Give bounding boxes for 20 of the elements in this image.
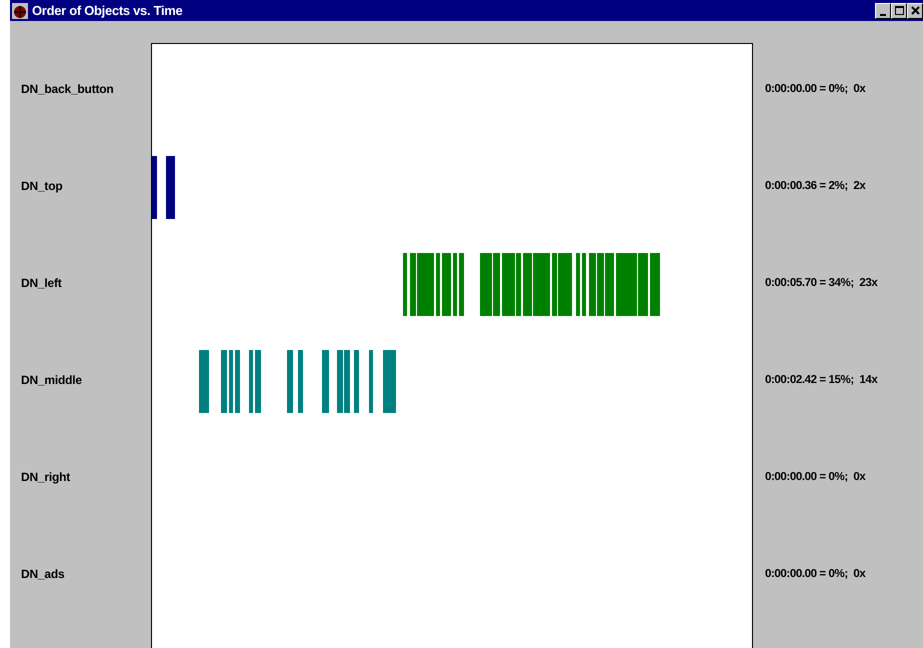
object-label: DN_ads [20, 566, 64, 580]
object-label: DN_middle [20, 372, 82, 386]
close-icon [910, 6, 920, 15]
time-reading: 0:00:00.00 = 0%; 0x [765, 82, 866, 94]
window-title: Order of Objects vs. Time [32, 3, 182, 18]
minimize-button[interactable] [875, 2, 891, 18]
time-reading: 0:00:05.70 = 34%; 23x [765, 276, 878, 288]
minimize-icon [880, 14, 886, 16]
object-label: DN_right [20, 470, 70, 484]
globe-icon [12, 2, 28, 18]
time-reading: 0:00:00.00 = 0%; 0x [765, 470, 866, 482]
time-reading: 0:00:00.00 = 0%; 0x [765, 568, 866, 580]
object-label: DN_left [20, 276, 62, 290]
object-label: DN_top [20, 178, 62, 192]
object-label: DN_back_button [20, 82, 114, 96]
time-reading: 0:00:00.36 = 2%; 2x [765, 180, 866, 192]
maximize-icon [894, 6, 904, 15]
close-button[interactable] [907, 2, 923, 18]
time-reading: 0:00:02.42 = 15%; 14x [765, 374, 878, 386]
maximize-button[interactable] [891, 2, 907, 18]
